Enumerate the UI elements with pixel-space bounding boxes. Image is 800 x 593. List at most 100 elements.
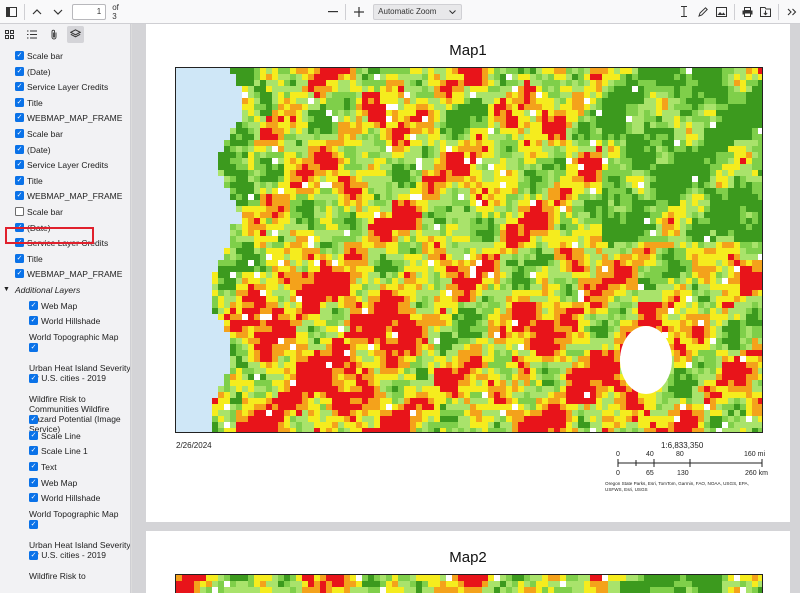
- layer-checkbox[interactable]: ✓: [15, 66, 24, 76]
- hazard-cell: [368, 326, 375, 333]
- hazard-cell: [710, 332, 717, 339]
- attachments-icon[interactable]: [45, 26, 62, 43]
- add-image-icon[interactable]: [713, 3, 730, 21]
- hazard-cell: [404, 302, 411, 309]
- hazard-cell: [584, 152, 591, 159]
- layer-checkbox[interactable]: ✓: [29, 477, 38, 487]
- layer-label[interactable]: World Hillshade: [41, 493, 100, 503]
- hazard-cell: [176, 200, 183, 207]
- layer-checkbox[interactable]: ✓: [29, 373, 38, 383]
- hazard-cell: [434, 128, 441, 135]
- hazard-cell: [206, 368, 213, 375]
- hazard-cell: [320, 74, 327, 81]
- layer-label[interactable]: World Topographic Map: [29, 509, 130, 519]
- layer-label[interactable]: WEBMAP_MAP_FRAME: [27, 269, 122, 279]
- layer-checkbox[interactable]: ✓: [15, 160, 24, 170]
- hazard-cell: [542, 98, 549, 105]
- hazard-cell: [524, 314, 531, 321]
- layer-checkbox[interactable]: ✓: [15, 191, 24, 201]
- hazard-cell: [686, 254, 693, 261]
- layer-checkbox[interactable]: ✓: [29, 414, 38, 424]
- zoom-select[interactable]: Automatic Zoom: [373, 3, 462, 20]
- hazard-cell: [596, 188, 603, 195]
- hazard-cell: [620, 290, 627, 297]
- layer-checkbox[interactable]: ✓: [15, 269, 24, 279]
- layer-checkbox[interactable]: [15, 207, 24, 216]
- hazard-cell: [524, 152, 531, 159]
- layer-label[interactable]: Text: [41, 462, 57, 472]
- hazard-cell: [758, 98, 762, 105]
- layer-checkbox[interactable]: ✓: [29, 462, 38, 471]
- hazard-cell: [422, 284, 429, 291]
- layer-label[interactable]: WEBMAP_MAP_FRAME: [27, 113, 122, 123]
- layer-checkbox[interactable]: ✓: [29, 519, 38, 529]
- layer-checkbox[interactable]: ✓: [29, 446, 38, 456]
- layer-checkbox[interactable]: ✓: [15, 51, 24, 60]
- layer-label[interactable]: Web Map: [41, 301, 77, 311]
- layer-label[interactable]: Service Layer Credits: [27, 82, 108, 92]
- layer-checkbox[interactable]: ✓: [29, 493, 38, 503]
- more-tools-icon[interactable]: [783, 3, 800, 21]
- layer-checkbox[interactable]: ✓: [15, 113, 24, 123]
- layer-label[interactable]: World Hillshade: [41, 316, 100, 326]
- draw-pen-icon[interactable]: [694, 3, 711, 21]
- layer-label[interactable]: Title: [27, 176, 43, 186]
- layer-label[interactable]: Wildfire Risk to: [29, 571, 130, 581]
- hazard-cell: [374, 68, 381, 75]
- layer-checkbox[interactable]: ✓: [29, 430, 38, 440]
- hazard-cell: [578, 236, 585, 243]
- outline-list-icon[interactable]: [23, 26, 40, 43]
- layer-checkbox[interactable]: ✓: [29, 550, 38, 560]
- layer-label[interactable]: Scale Line 1: [41, 446, 88, 456]
- layer-checkbox[interactable]: ✓: [15, 253, 24, 263]
- layer-checkbox[interactable]: ✓: [15, 129, 24, 138]
- layer-checkbox[interactable]: ✓: [29, 342, 38, 352]
- hazard-cell: [338, 212, 345, 219]
- text-cursor-icon[interactable]: [676, 3, 693, 21]
- hazard-cell: [698, 116, 705, 123]
- layer-checkbox[interactable]: ✓: [15, 144, 24, 154]
- page-number-input[interactable]: 1: [72, 3, 107, 20]
- zoom-in-icon[interactable]: [350, 3, 367, 21]
- hazard-cell: [368, 182, 375, 189]
- layer-label[interactable]: Web Map: [41, 478, 77, 488]
- additional-layers-header[interactable]: Additional Layers: [15, 285, 80, 295]
- layer-label[interactable]: Urban Heat Island Severity for U.S. citi…: [29, 540, 130, 560]
- hazard-cell: [728, 158, 735, 165]
- layer-label[interactable]: Scale bar: [27, 129, 63, 139]
- layer-label[interactable]: Wildfire Risk to Communities Wildfire Ha…: [29, 394, 130, 434]
- hazard-cell: [230, 110, 237, 117]
- expand-toggle-icon[interactable]: ▼: [3, 285, 10, 295]
- layer-label[interactable]: Title: [27, 254, 43, 264]
- previous-page-icon[interactable]: [29, 3, 46, 21]
- layer-label[interactable]: WEBMAP_MAP_FRAME: [27, 191, 122, 201]
- zoom-out-icon[interactable]: [325, 3, 342, 21]
- hazard-cell: [398, 140, 405, 147]
- layers-icon[interactable]: [67, 25, 84, 43]
- hazard-cell: [674, 74, 681, 81]
- hazard-cell: [536, 152, 543, 159]
- layer-label[interactable]: Scale bar: [27, 51, 63, 61]
- hazard-cell: [494, 278, 501, 285]
- layer-checkbox[interactable]: ✓: [29, 300, 38, 310]
- hazard-cell: [416, 80, 423, 87]
- layer-checkbox[interactable]: ✓: [15, 97, 24, 107]
- layer-label[interactable]: Title: [27, 98, 43, 108]
- layer-label[interactable]: World Topographic Map: [29, 332, 130, 342]
- hazard-cell: [518, 74, 525, 81]
- layer-label[interactable]: Scale Line: [41, 431, 81, 441]
- hazard-cell: [728, 122, 735, 129]
- layer-label[interactable]: (Date): [27, 145, 51, 155]
- thumbnails-icon[interactable]: [1, 26, 18, 43]
- layer-checkbox[interactable]: ✓: [15, 175, 24, 185]
- layer-checkbox[interactable]: ✓: [15, 82, 24, 92]
- layer-label[interactable]: Urban Heat Island Severity for U.S. citi…: [29, 363, 130, 383]
- sidebar-toggle-icon[interactable]: [3, 3, 20, 21]
- next-page-icon[interactable]: [50, 3, 67, 21]
- layer-label[interactable]: Scale bar: [27, 207, 63, 217]
- layer-label[interactable]: Service Layer Credits: [27, 160, 108, 170]
- save-download-icon[interactable]: [758, 3, 775, 21]
- layer-label[interactable]: (Date): [27, 67, 51, 77]
- layer-checkbox[interactable]: ✓: [29, 316, 38, 326]
- print-icon[interactable]: [739, 3, 756, 21]
